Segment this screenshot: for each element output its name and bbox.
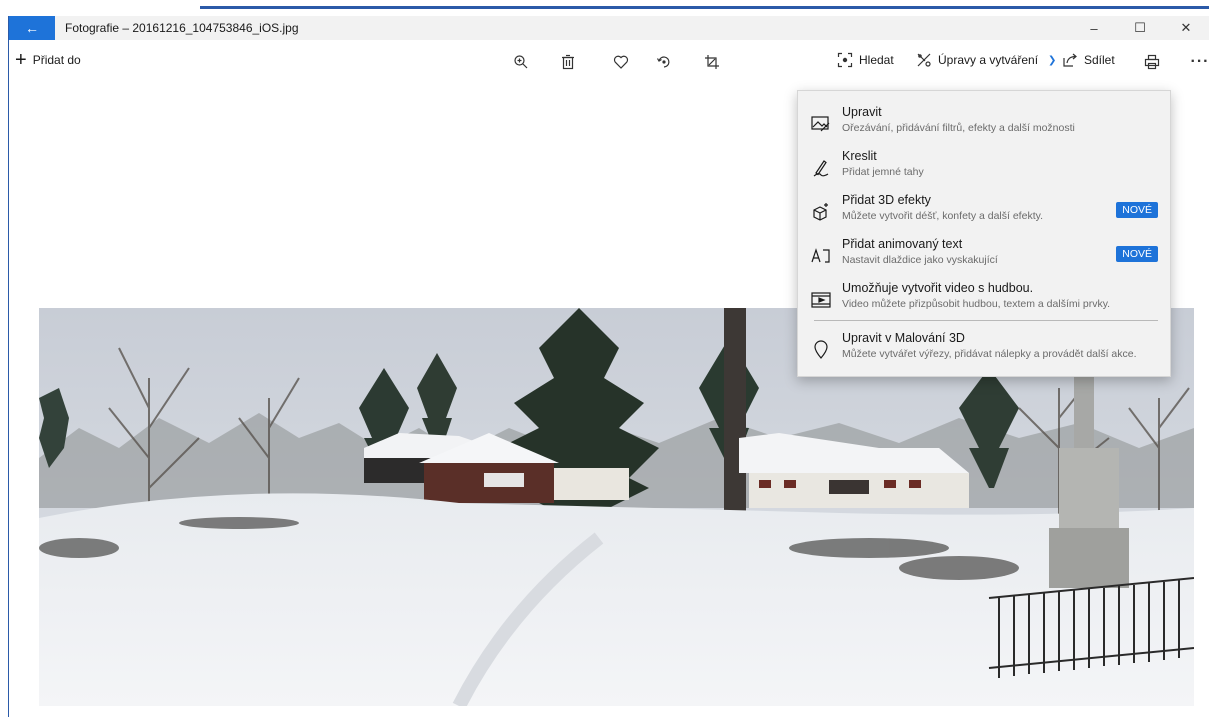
share-icon	[1063, 53, 1077, 67]
cube-sparkle-icon	[810, 201, 832, 223]
menu-item-subtitle: Nastavit dlaždice jako vyskakující	[842, 254, 998, 266]
new-badge: NOVÉ	[1116, 202, 1158, 218]
minimize-button[interactable]: –	[1071, 16, 1117, 40]
add-to-button[interactable]: + Přidat do	[15, 49, 81, 71]
menu-item-subtitle: Ořezávání, přidávání filtrů, efekty a da…	[842, 122, 1075, 134]
new-badge: NOVÉ	[1116, 246, 1158, 262]
menu-item-video-with-music[interactable]: Umožňuje vytvořit video s hudbou. Video …	[798, 279, 1170, 321]
animated-text-icon	[810, 245, 832, 267]
video-icon	[810, 289, 832, 311]
menu-item-draw[interactable]: Kreslit Přidat jemné tahy	[798, 147, 1170, 189]
close-icon: ✕	[1180, 20, 1192, 35]
menu-item-subtitle: Můžete vytvářet výřezy, přidávat nálepky…	[842, 348, 1137, 360]
menu-item-title: Přidat 3D efekty	[842, 193, 931, 207]
chevron-down-icon: ❯	[1048, 54, 1057, 66]
edit-image-icon	[810, 113, 832, 135]
share-button[interactable]: Sdílet	[1062, 52, 1115, 68]
edit-create-label: Úpravy a vytváření	[938, 53, 1039, 67]
zoom-in-button[interactable]	[509, 50, 533, 74]
top-strip	[0, 0, 1209, 16]
zoom-in-icon	[514, 55, 528, 69]
crop-button[interactable]	[700, 50, 724, 74]
menu-item-title: Přidat animovaný text	[842, 237, 963, 251]
menu-item-subtitle: Můžete vytvořit déšť, konfety a další ef…	[842, 210, 1043, 222]
crop-icon	[705, 55, 719, 69]
title-bar: ← Fotografie – 20161216_104753846_iOS.jp…	[9, 16, 1209, 40]
menu-item-title: Upravit v Malování 3D	[842, 331, 965, 345]
edit-create-icon	[917, 53, 931, 67]
add-to-label: Přidat do	[32, 53, 81, 67]
edit-create-menu: Upravit Ořezávání, přidávání filtrů, efe…	[797, 90, 1171, 377]
menu-item-title: Kreslit	[842, 149, 877, 163]
menu-item-title: Umožňuje vytvořit video s hudbou.	[842, 281, 1034, 295]
more-options-button[interactable]: ···	[1187, 50, 1209, 74]
rotate-icon	[656, 56, 670, 68]
menu-item-subtitle: Přidat jemné tahy	[842, 166, 924, 178]
menu-separator	[814, 320, 1158, 321]
delete-icon	[562, 54, 574, 70]
window-left-border	[8, 16, 9, 717]
search-icon	[837, 52, 853, 68]
print-icon	[1144, 54, 1160, 70]
maximize-button[interactable]: ☐	[1117, 16, 1163, 40]
window-title: Fotografie – 20161216_104753846_iOS.jpg	[65, 21, 299, 35]
back-arrow-icon: ←	[25, 20, 39, 36]
toolbar: + Přidat do Hledat Úpravy a vytváření ❯ …	[9, 44, 1209, 80]
pen-icon	[810, 157, 832, 179]
paint3d-icon	[810, 339, 832, 361]
rotate-button[interactable]	[652, 50, 676, 74]
menu-item-3d-effects[interactable]: Přidat 3D efekty Můžete vytvořit déšť, k…	[798, 191, 1170, 233]
minimize-icon: –	[1090, 20, 1098, 36]
share-label: Sdílet	[1084, 53, 1115, 67]
maximize-icon: ☐	[1134, 20, 1146, 35]
menu-item-paint-3d[interactable]: Upravit v Malování 3D Můžete vytvářet vý…	[798, 329, 1170, 371]
close-button[interactable]: ✕	[1163, 16, 1209, 40]
window-edge	[200, 6, 1209, 9]
delete-button[interactable]	[556, 50, 580, 74]
menu-item-animated-text[interactable]: Přidat animovaný text Nastavit dlaždice …	[798, 235, 1170, 277]
menu-item-subtitle: Video můžete přizpůsobit hudbou, textem …	[842, 298, 1111, 310]
more-icon: ···	[1190, 53, 1209, 70]
favorite-button[interactable]	[609, 50, 633, 74]
menu-item-edit[interactable]: Upravit Ořezávání, přidávání filtrů, efe…	[798, 103, 1170, 145]
window-controls: – ☐ ✕	[1071, 16, 1209, 40]
heart-icon	[613, 55, 629, 69]
menu-item-title: Upravit	[842, 105, 882, 119]
print-button[interactable]	[1140, 50, 1164, 74]
search-button[interactable]: Hledat	[837, 52, 894, 68]
edit-create-button[interactable]: Úpravy a vytváření ❯	[916, 52, 1056, 68]
search-label: Hledat	[859, 53, 894, 67]
back-button[interactable]: ←	[9, 16, 55, 40]
plus-icon: +	[15, 49, 27, 71]
